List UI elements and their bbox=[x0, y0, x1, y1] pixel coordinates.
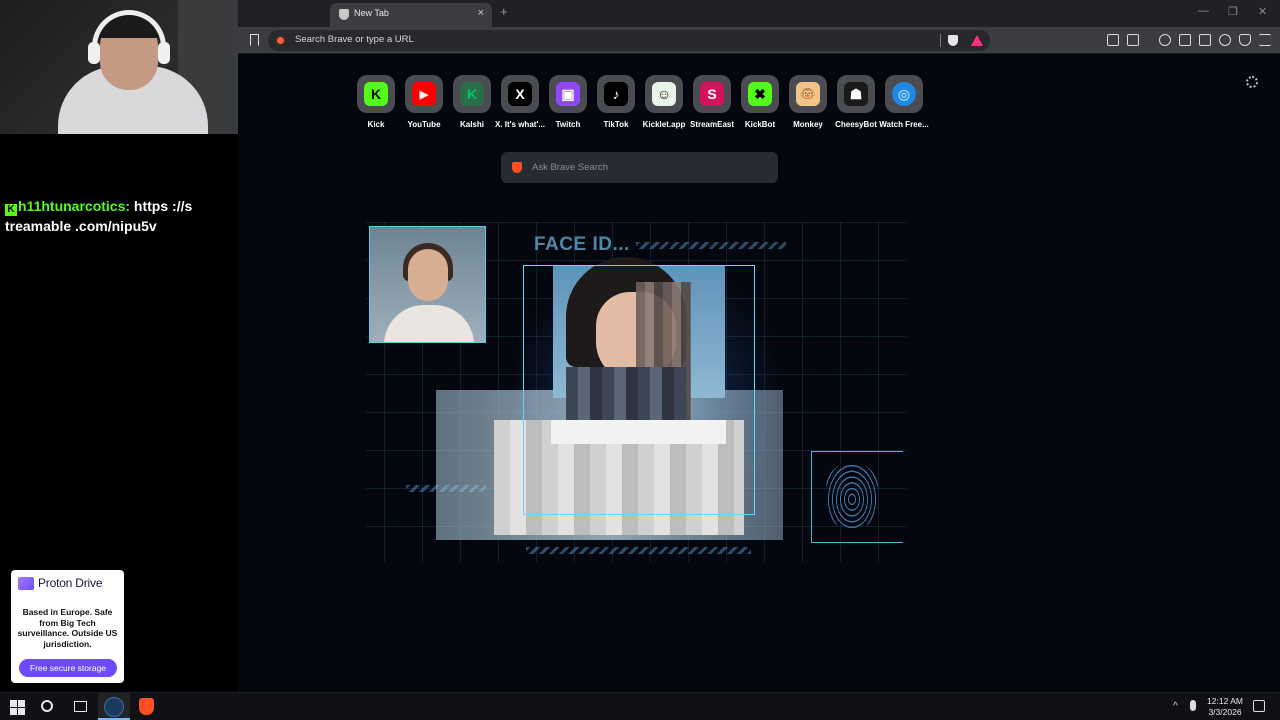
tab-strip: New Tab × + — ❐ ✕ bbox=[238, 0, 1280, 27]
photo-face bbox=[408, 249, 448, 301]
top-site-kickbot[interactable]: ✖ KickBot bbox=[741, 75, 779, 129]
screen: Kh11htunarcotics: https ://s treamable .… bbox=[0, 0, 1280, 720]
youtube-icon: ▶ bbox=[412, 82, 436, 106]
brave-browser-window: New Tab × + — ❐ ✕ Search Brave or type a… bbox=[238, 0, 1280, 692]
top-sites: K Kick ▶ YouTube K Kalshi X X. It's what… bbox=[357, 75, 929, 129]
clock-time: 12:12 AM bbox=[1207, 696, 1243, 706]
menu-icon[interactable] bbox=[1259, 34, 1271, 46]
monkey-icon: 🐵 bbox=[796, 82, 820, 106]
headset-ear-right bbox=[158, 42, 170, 64]
leo-ai-icon[interactable] bbox=[1219, 34, 1231, 46]
top-site-streameast[interactable]: S StreamEast bbox=[690, 75, 734, 129]
chat-message: Kh11htunarcotics: https ://s treamable .… bbox=[5, 196, 230, 236]
hero-stripes bbox=[636, 242, 786, 249]
address-bar[interactable]: Search Brave or type a URL bbox=[268, 30, 990, 51]
cheesybot-icon: ☗ bbox=[844, 82, 868, 106]
search-placeholder: Ask Brave Search bbox=[532, 162, 609, 173]
notifications-icon[interactable] bbox=[1253, 700, 1265, 712]
top-site-tiktok[interactable]: ♪ TikTok bbox=[597, 75, 635, 129]
brave-taskbar-icon[interactable] bbox=[139, 698, 154, 715]
proton-folder-icon bbox=[18, 576, 34, 590]
customize-gear-icon[interactable] bbox=[1246, 76, 1258, 88]
minimize-button[interactable]: — bbox=[1198, 5, 1209, 17]
browser-toolbar: Search Brave or type a URL bbox=[238, 27, 1280, 54]
tab-title: New Tab bbox=[354, 8, 389, 18]
system-clock[interactable]: 12:12 AM 3/3/2026 bbox=[1202, 696, 1248, 718]
proton-logo: Proton Drive bbox=[18, 576, 102, 590]
top-site-kalshi[interactable]: K Kalshi bbox=[453, 75, 491, 129]
top-site-monkey[interactable]: 🐵 Monkey bbox=[789, 75, 827, 129]
proton-drive-ad[interactable]: Proton Drive Based in Europe. Safe from … bbox=[11, 570, 124, 683]
top-site-youtube[interactable]: ▶ YouTube bbox=[405, 75, 443, 129]
headset-ear-left bbox=[88, 42, 100, 64]
stream-overlay: Kh11htunarcotics: https ://s treamable .… bbox=[0, 0, 238, 692]
wallet-icon[interactable] bbox=[1199, 34, 1211, 46]
reference-photo bbox=[369, 226, 486, 343]
address-placeholder: Search Brave or type a URL bbox=[295, 34, 414, 45]
tiktok-icon: ♪ bbox=[604, 82, 628, 106]
microphone-icon[interactable] bbox=[1190, 700, 1196, 711]
tab-search-icon[interactable] bbox=[1127, 34, 1139, 46]
media-icon[interactable] bbox=[1159, 34, 1171, 46]
kickbot-icon: ✖ bbox=[748, 82, 772, 106]
brave-search-box[interactable]: Ask Brave Search bbox=[501, 152, 778, 183]
chat-username: h11htunarcotics: bbox=[18, 198, 131, 214]
top-site-twitch[interactable]: ▣ Twitch bbox=[549, 75, 587, 129]
top-site-cheesybot[interactable]: ☗ CheesyBot bbox=[835, 75, 877, 129]
extensions-icon[interactable] bbox=[1107, 34, 1119, 46]
top-site-watch-free[interactable]: ◎ Watch Free... bbox=[879, 75, 929, 129]
address-divider bbox=[940, 34, 941, 47]
taskbar-search-icon[interactable] bbox=[41, 700, 53, 712]
taskbar: ^ 12:12 AM 3/3/2026 bbox=[0, 692, 1280, 720]
steam-icon[interactable] bbox=[104, 697, 124, 717]
x-icon: X bbox=[508, 82, 532, 106]
webcam-feed bbox=[0, 0, 238, 134]
background-image-face-id: FACE ID... bbox=[366, 222, 906, 562]
brave-shields-icon[interactable] bbox=[948, 35, 958, 46]
kicklet-icon: ☺ bbox=[652, 82, 676, 106]
clock-date: 3/3/2026 bbox=[1208, 707, 1242, 717]
hero-stripes bbox=[526, 547, 751, 554]
proton-brand: Proton Drive bbox=[38, 576, 103, 590]
fingerprint-icon bbox=[826, 462, 878, 530]
task-view-icon[interactable] bbox=[74, 701, 87, 712]
brave-tab-icon bbox=[339, 9, 349, 20]
top-site-kick[interactable]: K Kick bbox=[357, 75, 395, 129]
tab-close-icon[interactable]: × bbox=[478, 7, 484, 19]
kick-badge-icon: K bbox=[5, 204, 17, 216]
streameast-icon: S bbox=[700, 82, 724, 106]
twitch-icon: ▣ bbox=[556, 82, 580, 106]
new-tab-button[interactable]: + bbox=[500, 4, 508, 19]
brave-rewards-icon[interactable] bbox=[971, 35, 983, 46]
kalshi-icon: K bbox=[460, 82, 484, 106]
watch-free-icon: ◎ bbox=[892, 82, 916, 106]
windows-start-icon[interactable] bbox=[10, 700, 25, 715]
sidebar-icon[interactable] bbox=[1179, 34, 1191, 46]
restore-button[interactable]: ❐ bbox=[1228, 5, 1238, 18]
tray-overflow-icon[interactable]: ^ bbox=[1173, 701, 1178, 712]
proton-cta-button[interactable]: Free secure storage bbox=[19, 659, 117, 677]
photo-shirt bbox=[384, 305, 474, 342]
kick-icon: K bbox=[364, 82, 388, 106]
tab-new-tab[interactable]: New Tab × bbox=[330, 3, 492, 27]
bookmark-icon[interactable] bbox=[250, 34, 259, 46]
headset-icon bbox=[92, 10, 166, 60]
face-id-title: FACE ID... bbox=[534, 234, 630, 255]
brave-lion-icon bbox=[512, 162, 522, 173]
top-site-x[interactable]: X X. It's what'... bbox=[495, 75, 545, 129]
close-window-button[interactable]: ✕ bbox=[1258, 5, 1267, 18]
top-site-kicklet[interactable]: ☺ Kicklet.app bbox=[643, 75, 685, 129]
face-scan-frame bbox=[523, 265, 755, 515]
brave-search-icon bbox=[275, 35, 286, 46]
top-site-label: Watch Free... bbox=[879, 120, 929, 129]
vpn-shield-icon[interactable] bbox=[1239, 34, 1251, 46]
proton-ad-text: Based in Europe. Safe from Big Tech surv… bbox=[17, 607, 118, 649]
